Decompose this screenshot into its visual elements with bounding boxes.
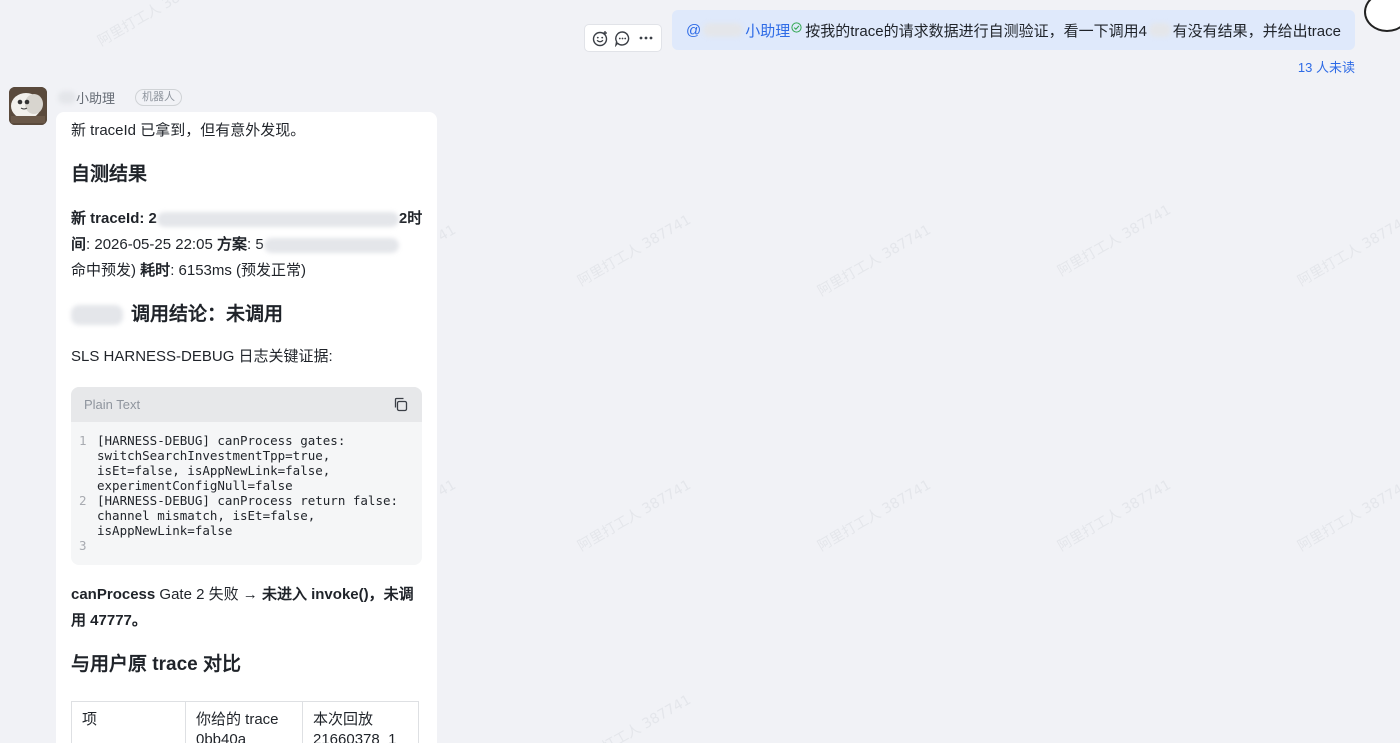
compare-table: 项 你给的 trace 0bb40a 本次回放 21660378_1	[71, 701, 419, 743]
gate-result: 未进入 invoke()，未调	[261, 586, 414, 603]
table-header-cell: 项	[71, 701, 186, 743]
user-avatar[interactable]	[1364, 0, 1400, 32]
bot-name[interactable]: 小助理	[76, 88, 115, 107]
reply-button[interactable]	[613, 28, 633, 48]
outgoing-message[interactable]: @ 小助理 按我的trace的请求数据进行自测验证，看一下调用4 有没有结果，并…	[672, 10, 1355, 50]
elapsed-value: : 6153ms (预发正常)	[170, 262, 307, 279]
compare-heading: 与用户原 trace 对比	[71, 654, 241, 675]
gate-text: Gate 2 失败 →	[155, 586, 262, 603]
gate-method: canProcess	[71, 586, 156, 603]
more-dots-icon	[639, 36, 653, 40]
time-value: : 2026-05-25 22:05	[86, 236, 213, 253]
more-button[interactable]	[636, 28, 656, 48]
redacted-service	[71, 305, 123, 325]
code-line: 2 [HARNESS-DEBUG] canProcess return fals…	[79, 493, 412, 538]
code-text: [HARNESS-DEBUG] canProcess return false:…	[97, 493, 399, 538]
gate-summary: canProcess Gate 2 失败 → 未进入 invoke()，未调 用…	[71, 582, 422, 634]
mention-tag[interactable]: @ 小助理	[686, 20, 805, 41]
unread-count[interactable]: 13 人未读	[1298, 57, 1355, 76]
message-text-part1: 按我的trace的请求数据进行自测验证，看一下调用4	[805, 22, 1147, 40]
message-text-part2: 有没有结果，并给出trace	[1172, 22, 1341, 40]
trace-prefix: : 2	[139, 210, 157, 227]
bot-avatar-image	[9, 87, 47, 125]
table-row: 项 你给的 trace 0bb40a 本次回放 21660378_1	[71, 701, 419, 743]
redacted-name	[58, 91, 76, 104]
trace-suffix: 2时	[398, 210, 423, 227]
code-line: 3	[79, 538, 412, 553]
reaction-button[interactable]	[590, 28, 610, 48]
intro-text: 新 traceId 已拿到，但有意外发现。	[71, 122, 306, 139]
bot-message-card: 新 traceId 已拿到，但有意外发现。 自测结果 新 traceId: 2 2…	[56, 112, 437, 743]
code-language: Plain Text	[84, 397, 141, 412]
bot-badge: 机器人	[135, 89, 183, 106]
conclusion-heading-row: 调用结论：未调用	[71, 302, 422, 328]
table-header-cell: 你给的 trace 0bb40a	[185, 701, 303, 743]
redacted-plan	[263, 237, 399, 253]
verified-check-icon	[791, 21, 802, 33]
trace-label: 新 traceId	[71, 210, 140, 227]
bot-name-row: 小助理 机器人	[58, 88, 183, 107]
code-text: [HARNESS-DEBUG] canProcess gates: switch…	[97, 433, 346, 493]
sls-label: SLS HARNESS-DEBUG 日志关键证据:	[71, 348, 333, 365]
line-number: 1	[79, 433, 87, 448]
redacted-traceid	[156, 211, 399, 227]
result-heading: 自测结果	[71, 164, 148, 185]
gate-result-tail: 用 47777。	[71, 612, 147, 629]
mention-at: @	[686, 21, 702, 39]
redacted-text	[1148, 23, 1171, 37]
redacted-name	[703, 23, 744, 37]
elapsed-label: 耗时	[140, 262, 171, 279]
copy-code-button[interactable]	[393, 397, 408, 412]
plan-prefix: : 5	[246, 236, 264, 253]
message-action-bar	[584, 24, 662, 52]
code-content[interactable]: 1 [HARNESS-DEBUG] canProcess gates: swit…	[71, 422, 422, 565]
plan-tail: 命中预发)	[71, 262, 136, 279]
code-header: Plain Text	[71, 387, 422, 422]
time-label: 间	[71, 236, 87, 253]
table-header-cell: 本次回放 21660378_1	[302, 701, 419, 743]
code-line: 1 [HARNESS-DEBUG] canProcess gates: swit…	[79, 433, 412, 493]
plan-label: 方案	[216, 236, 247, 253]
result-details: 新 traceId: 2 2时 间: 2026-05-25 22:05 方案: 5…	[71, 206, 422, 284]
emoji-add-icon	[592, 30, 608, 46]
comment-icon	[615, 30, 630, 47]
code-block: Plain Text 1 [HARNESS-DEBUG] canProcess …	[71, 387, 422, 565]
copy-icon	[394, 397, 408, 412]
mention-name: 小助理	[745, 22, 791, 40]
line-number: 2	[79, 493, 87, 508]
bot-avatar[interactable]	[9, 87, 47, 125]
conclusion-heading: 调用结论：未调用	[131, 304, 284, 325]
line-number: 3	[79, 538, 87, 553]
